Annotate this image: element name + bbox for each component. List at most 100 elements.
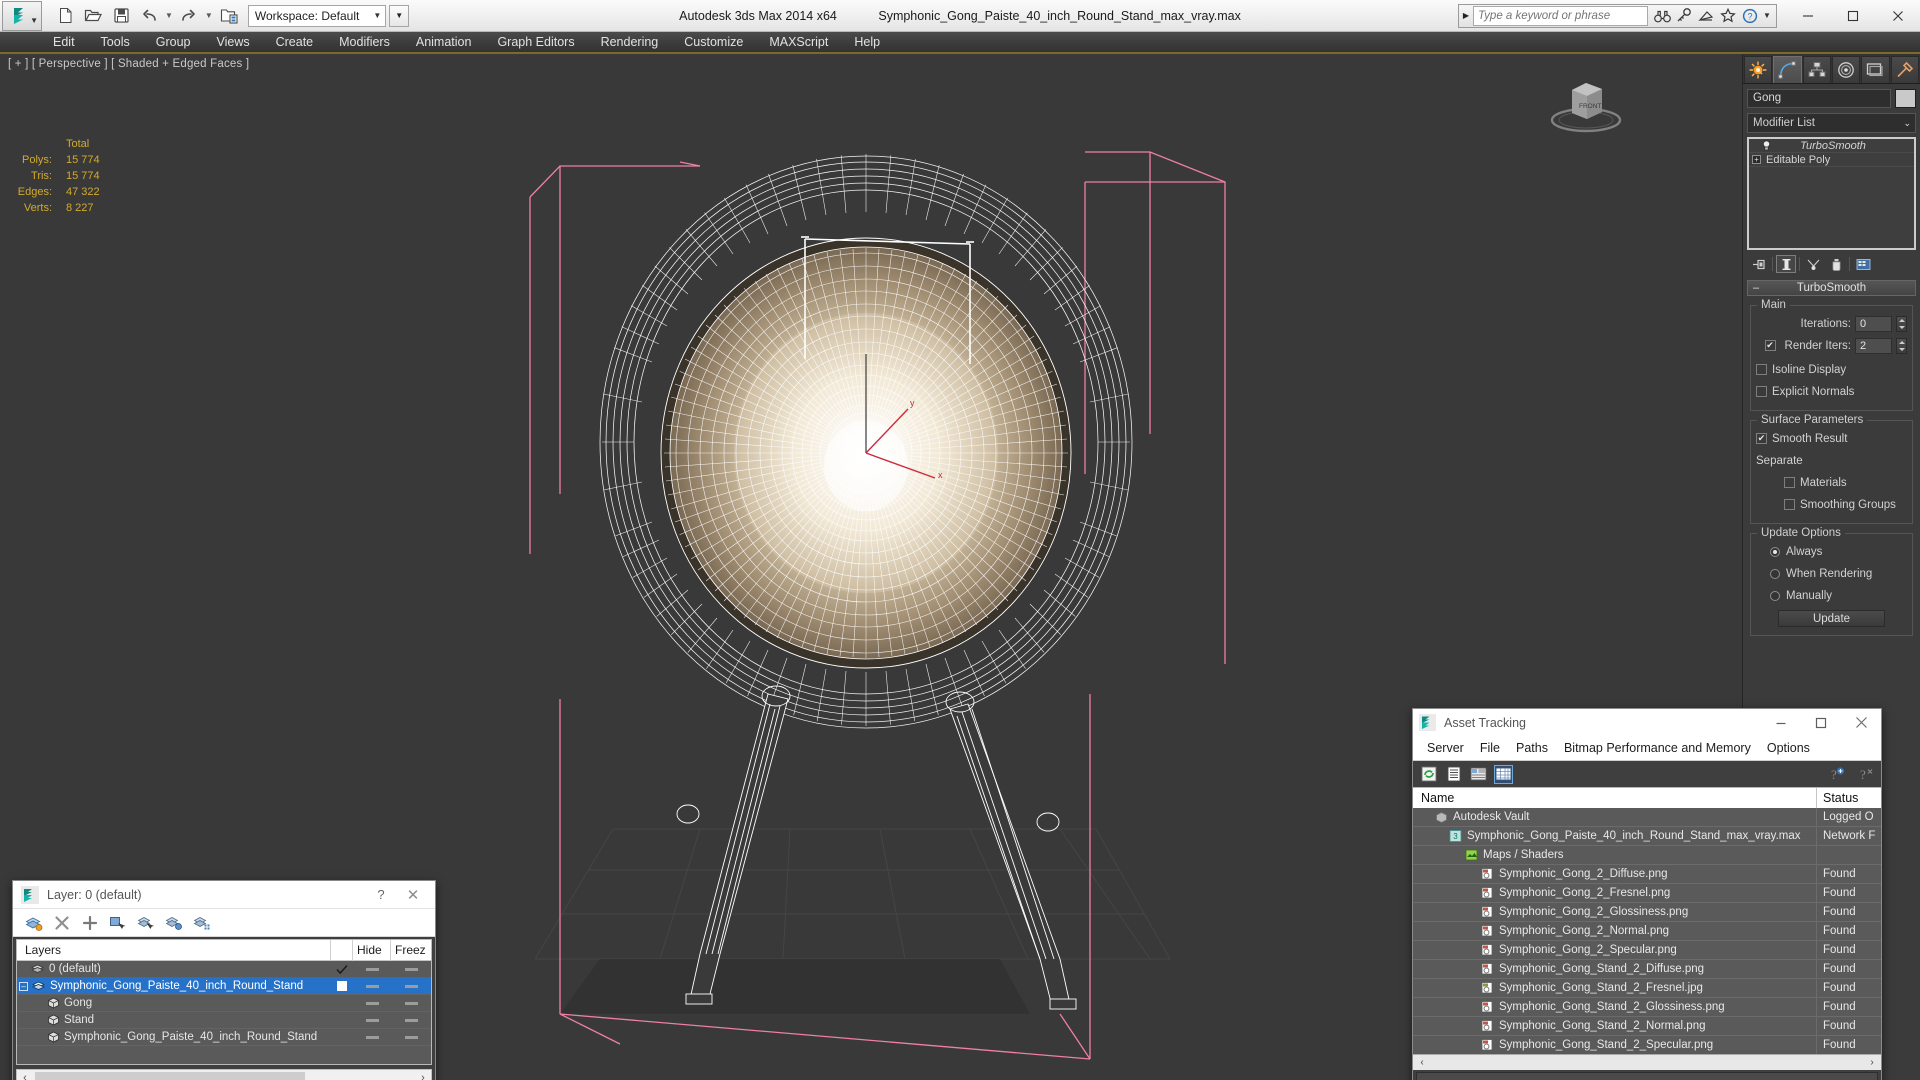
scroll-right-button[interactable]: › xyxy=(1865,1057,1879,1068)
materials-row[interactable]: Materials xyxy=(1756,473,1907,492)
scroll-right-button[interactable]: › xyxy=(415,1072,431,1080)
render-iters-checkbox[interactable] xyxy=(1764,340,1776,351)
application-menu-button[interactable]: ▼ xyxy=(2,0,42,31)
asset-menu-file[interactable]: File xyxy=(1472,736,1508,761)
remove-modifier-icon[interactable] xyxy=(1826,255,1846,273)
freeze-column-header[interactable]: Freez xyxy=(391,940,431,961)
freeze-toggle[interactable] xyxy=(391,1001,431,1005)
asset-menu-server[interactable]: Server xyxy=(1419,736,1472,761)
hierarchy-tab[interactable] xyxy=(1802,56,1831,83)
smooth-result-checkbox[interactable] xyxy=(1756,433,1767,444)
detail-view-icon[interactable] xyxy=(1469,765,1488,784)
hide-toggle[interactable] xyxy=(353,1018,391,1022)
layer-row-symphonic-gong-object[interactable]: Symphonic_Gong_Paiste_40_inch_Round_Stan… xyxy=(17,1029,431,1046)
isoline-display-checkbox[interactable] xyxy=(1756,364,1767,375)
asset-row-bitmap-6[interactable]: Symphonic_Gong_Stand_2_Diffuse.png Found xyxy=(1413,959,1881,979)
manually-radio[interactable] xyxy=(1770,590,1780,601)
layers-column-header[interactable]: Layers xyxy=(17,939,331,961)
undo-icon[interactable] xyxy=(136,3,162,29)
layer-dialog[interactable]: Layer: 0 (default) ? ✕ Layers Hide Freez… xyxy=(12,880,436,1080)
rollout-header[interactable]: – TurboSmooth xyxy=(1747,280,1916,296)
minimize-button[interactable] xyxy=(1785,0,1830,31)
render-iters-spinner[interactable] xyxy=(1896,337,1907,354)
satellite-dish-icon[interactable] xyxy=(1696,6,1716,26)
freeze-toggle[interactable] xyxy=(391,984,431,988)
new-file-icon[interactable] xyxy=(52,3,78,29)
maximize-button[interactable] xyxy=(1830,0,1875,31)
menu-item-views[interactable]: Views xyxy=(203,31,262,53)
show-end-result-icon[interactable] xyxy=(1776,255,1796,273)
asset-menu-bitmap-performance[interactable]: Bitmap Performance and Memory xyxy=(1556,736,1759,761)
iterations-spinner[interactable] xyxy=(1896,315,1907,332)
layer-row-stand[interactable]: Stand xyxy=(17,1012,431,1029)
layer-list[interactable]: Layers Hide Freez 0 (default) – Symphoni… xyxy=(16,939,432,1065)
create-tab[interactable] xyxy=(1744,56,1773,83)
isoline-display-row[interactable]: Isoline Display xyxy=(1756,360,1907,379)
layer-dialog-close-button[interactable]: ✕ xyxy=(395,882,431,908)
asset-tracking-dialog[interactable]: Asset Tracking Server File Paths Bitmap … xyxy=(1412,708,1882,1080)
scroll-left-button[interactable]: ‹ xyxy=(17,1072,33,1080)
asset-row-maps-shaders[interactable]: Maps / Shaders xyxy=(1413,845,1881,865)
help-icon[interactable]: ? xyxy=(1740,6,1760,26)
freeze-toggle[interactable] xyxy=(391,1035,431,1039)
object-color-swatch[interactable] xyxy=(1895,89,1916,108)
asset-row-bitmap-5[interactable]: Symphonic_Gong_2_Specular.png Found xyxy=(1413,940,1881,960)
create-new-layer-icon[interactable] xyxy=(25,914,43,932)
redo-icon[interactable] xyxy=(176,3,202,29)
when-rendering-radio[interactable] xyxy=(1770,568,1780,579)
menu-item-create[interactable]: Create xyxy=(263,31,327,53)
viewcube[interactable]: FRONT xyxy=(1542,68,1632,148)
layer-row-gong[interactable]: Gong xyxy=(17,995,431,1012)
close-button[interactable] xyxy=(1875,0,1920,31)
asset-row-max-file[interactable]: 3 Symphonic_Gong_Paiste_40_inch_Round_St… xyxy=(1413,826,1881,846)
iterations-field[interactable]: 0 xyxy=(1855,315,1892,332)
hide-toggle[interactable] xyxy=(353,967,391,971)
collapse-icon[interactable]: – xyxy=(1753,282,1759,294)
asset-row-bitmap-3[interactable]: Symphonic_Gong_2_Glossiness.png Found xyxy=(1413,902,1881,922)
save-file-icon[interactable] xyxy=(108,3,134,29)
always-radio[interactable] xyxy=(1770,546,1780,557)
workspace-selector[interactable]: Workspace: Default ▼ xyxy=(247,4,387,27)
search-input[interactable] xyxy=(1473,5,1648,26)
layer-dialog-help-button[interactable]: ? xyxy=(367,882,395,908)
add-selection-to-layer-icon[interactable] xyxy=(81,914,99,932)
menu-item-group[interactable]: Group xyxy=(143,31,204,53)
scroll-left-button[interactable]: ‹ xyxy=(1415,1057,1429,1068)
grid-view-icon[interactable] xyxy=(1494,764,1513,784)
smooth-result-row[interactable]: Smooth Result xyxy=(1756,429,1907,448)
freeze-toggle[interactable] xyxy=(391,1018,431,1022)
menu-item-edit[interactable]: Edit xyxy=(40,31,88,53)
delete-layer-icon[interactable] xyxy=(53,914,71,932)
binoculars-icon[interactable] xyxy=(1652,6,1672,26)
status-column-header[interactable]: Status xyxy=(1817,788,1881,808)
asset-row-bitmap-9[interactable]: Symphonic_Gong_Stand_2_Normal.png Found xyxy=(1413,1016,1881,1036)
layer-row-symphonic-gong[interactable]: – Symphonic_Gong_Paiste_40_inch_Round_St… xyxy=(17,978,431,995)
undo-dropdown-icon[interactable]: ▼ xyxy=(164,11,174,20)
asset-row-bitmap-7[interactable]: Symphonic_Gong_Stand_2_Fresnel.jpg Found xyxy=(1413,978,1881,998)
modifier-stack[interactable]: TurboSmooth + Editable Poly xyxy=(1747,137,1916,250)
list-view-icon[interactable] xyxy=(1444,765,1463,784)
asset-row-bitmap-8[interactable]: Symphonic_Gong_Stand_2_Glossiness.png Fo… xyxy=(1413,997,1881,1017)
pin-stack-icon[interactable] xyxy=(1749,255,1769,273)
workspace-dropdown-button[interactable]: ▼ xyxy=(389,4,410,27)
menu-item-modifiers[interactable]: Modifiers xyxy=(326,31,403,53)
asset-list[interactable]: Autodesk Vault Logged O 3 Symphonic_Gong… xyxy=(1413,808,1881,1054)
layer-properties-icon[interactable] xyxy=(193,914,211,932)
asset-menu-options[interactable]: Options xyxy=(1759,736,1818,761)
maximize-button[interactable] xyxy=(1801,710,1841,736)
name-column-header[interactable]: Name xyxy=(1413,788,1817,808)
layer-row-default[interactable]: 0 (default) xyxy=(17,961,431,978)
expand-icon[interactable]: + xyxy=(1752,155,1761,164)
object-name-field[interactable]: Gong xyxy=(1747,89,1891,108)
set-project-folder-icon[interactable] xyxy=(216,3,242,29)
select-highlighted-objects-icon[interactable] xyxy=(137,914,155,932)
collapse-icon[interactable]: – xyxy=(19,981,28,991)
update-option-when-rendering[interactable]: When Rendering xyxy=(1756,564,1907,583)
highlight-selected-objects-layer-icon[interactable] xyxy=(165,914,183,932)
menu-item-help[interactable]: Help xyxy=(841,31,893,53)
help-add-icon[interactable]: ? xyxy=(1827,765,1846,784)
asset-row-bitmap-10[interactable]: Symphonic_Gong_Stand_2_Specular.png Foun… xyxy=(1413,1035,1881,1054)
motion-tab[interactable] xyxy=(1831,56,1861,83)
hide-toggle[interactable] xyxy=(353,1001,391,1005)
select-objects-in-layer-icon[interactable] xyxy=(109,914,127,932)
